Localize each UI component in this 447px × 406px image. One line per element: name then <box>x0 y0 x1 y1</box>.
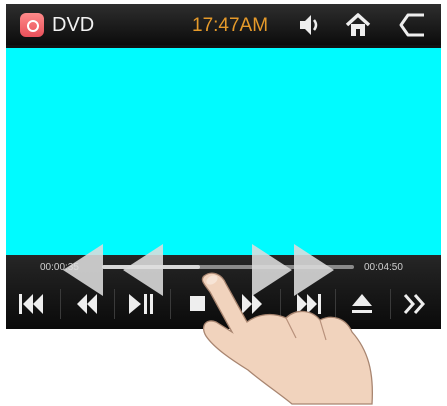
more-button[interactable] <box>390 283 440 325</box>
app-title: DVD <box>52 14 95 36</box>
back-icon[interactable] <box>398 10 428 40</box>
play-pause-button[interactable] <box>117 283 167 325</box>
fast-forward-icon <box>242 294 262 314</box>
eject-button[interactable] <box>337 283 387 325</box>
top-bar: DVD 17:47AM <box>6 4 441 45</box>
video-screen[interactable] <box>6 48 441 255</box>
eject-icon <box>352 294 372 313</box>
skip-back-icon <box>19 294 43 314</box>
dvd-app-icon[interactable] <box>20 13 44 37</box>
volume-icon[interactable] <box>294 10 324 40</box>
time-total: 00:04:50 <box>364 262 403 273</box>
play-pause-icon <box>129 294 153 314</box>
rewind-icon <box>77 294 97 314</box>
dvd-player: DVD 17:47AM <box>6 4 441 329</box>
stop-button[interactable] <box>172 283 222 325</box>
skip-forward-icon <box>297 294 321 314</box>
clock: 17:47AM <box>192 15 269 36</box>
fast-forward-button[interactable] <box>227 283 277 325</box>
home-icon[interactable] <box>343 10 373 40</box>
seek-progress <box>102 265 201 269</box>
chevrons-right-icon <box>403 294 426 314</box>
next-track-button[interactable] <box>282 283 332 325</box>
stop-icon <box>190 296 205 311</box>
seek-bar[interactable] <box>102 265 354 269</box>
time-elapsed: 00:00:35 <box>40 262 79 273</box>
rewind-button[interactable] <box>62 283 112 325</box>
previous-track-button[interactable] <box>8 283 58 325</box>
playback-controls <box>0 283 435 325</box>
